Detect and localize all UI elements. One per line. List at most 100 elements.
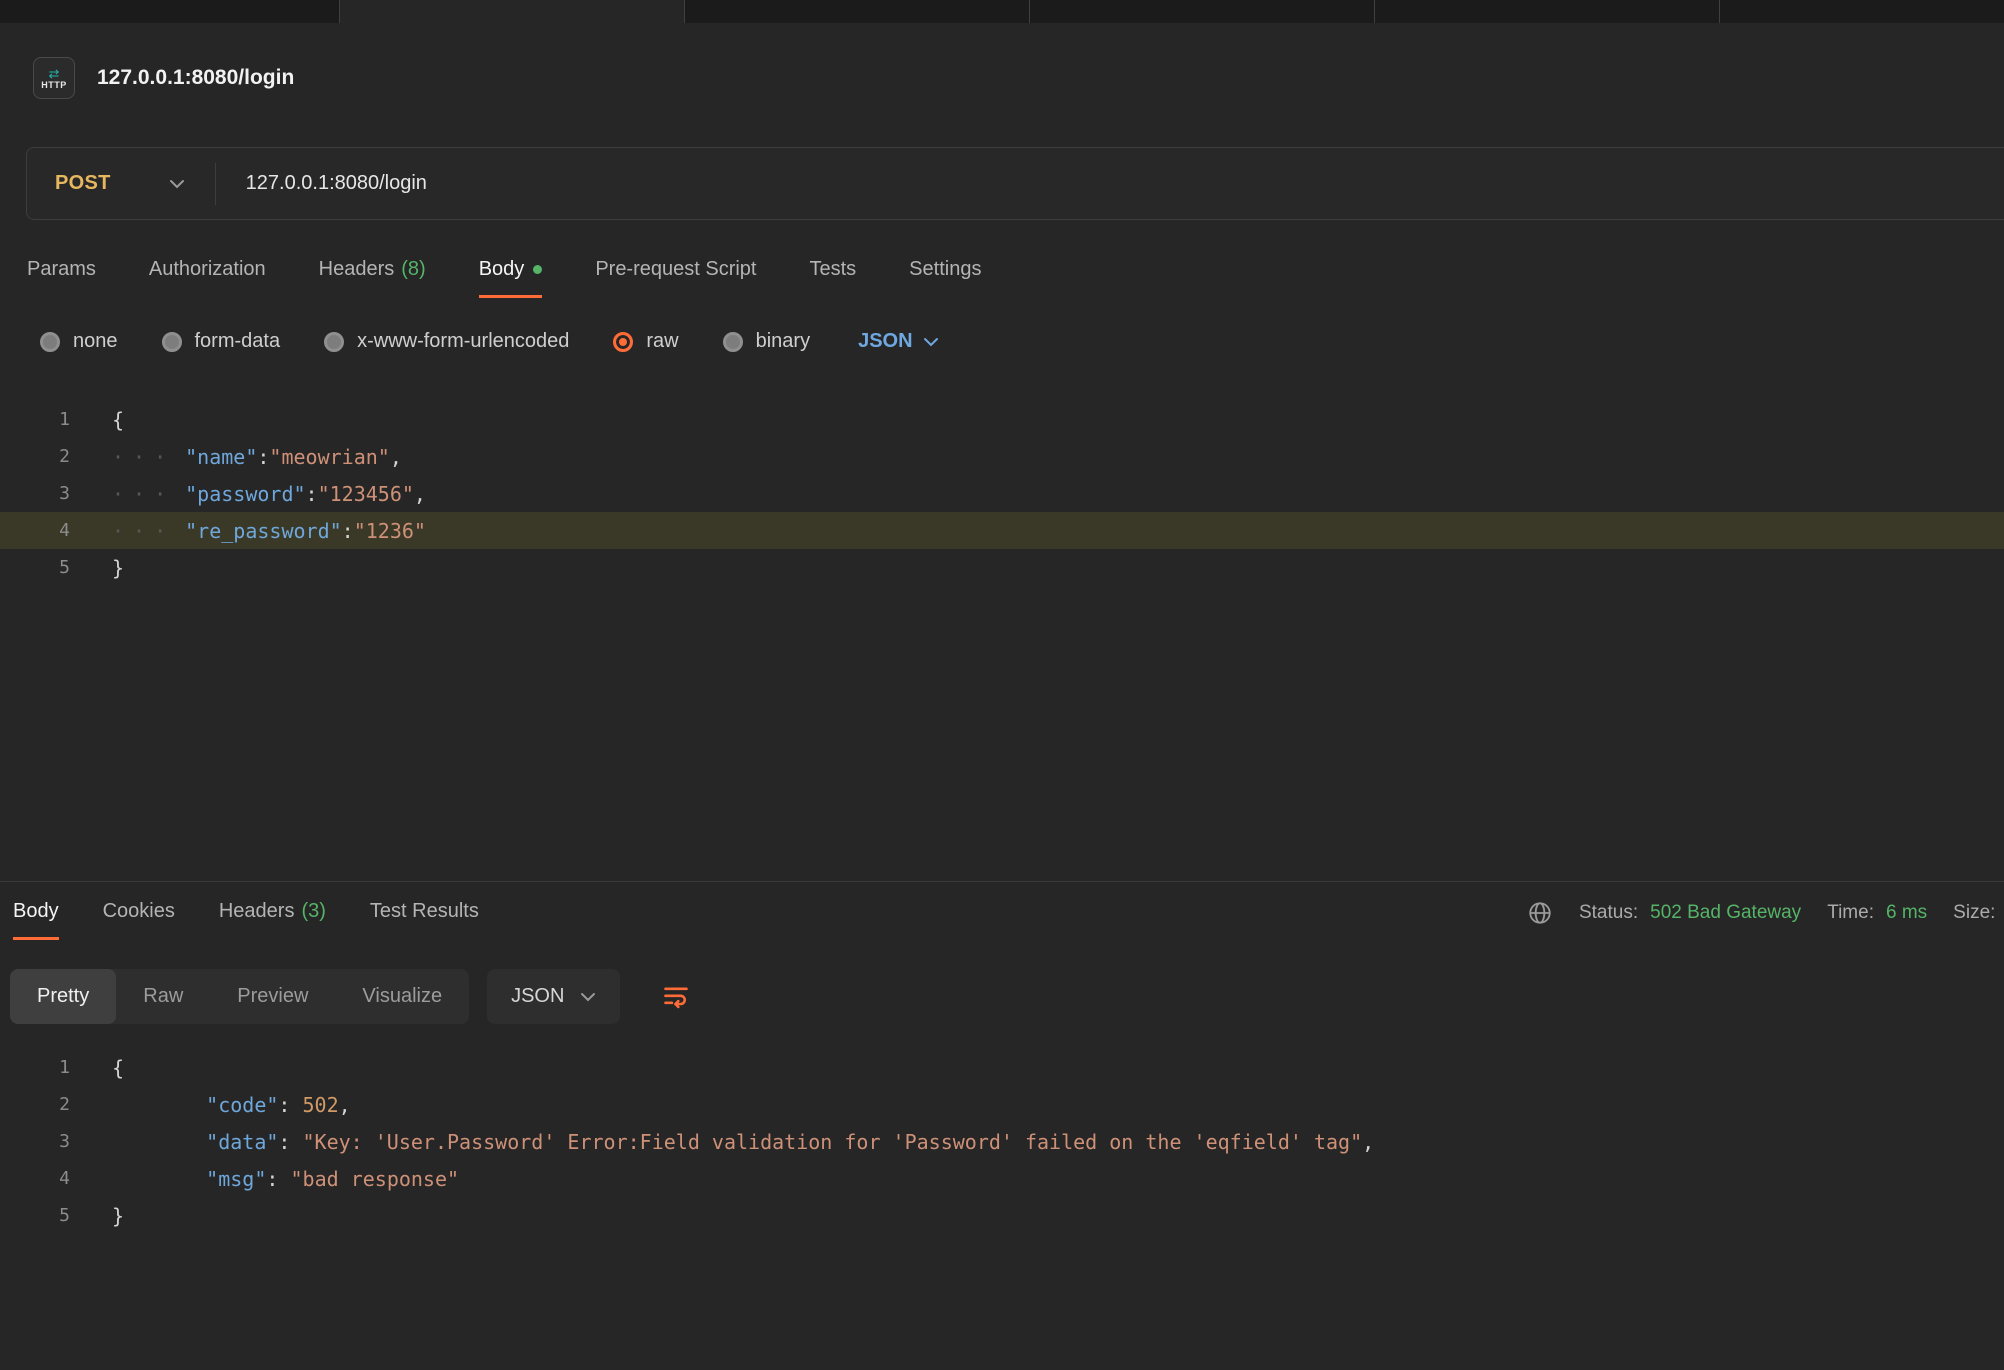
response-tab-test-results[interactable]: Test Results [370, 900, 479, 940]
tab-settings[interactable]: Settings [909, 258, 981, 298]
radio-label: x-www-form-urlencoded [357, 330, 569, 353]
chevron-down-icon [923, 330, 939, 353]
http-arrows-icon: ⇄ [49, 67, 60, 80]
request-tabs: Params Authorization Headers(8) Body Pre-req… [27, 258, 981, 298]
http-request-icon: ⇄ HTTP [33, 57, 75, 99]
tab-label: Authorization [149, 258, 266, 281]
tab-pre-request-script[interactable]: Pre-request Script [595, 258, 756, 298]
code-line-4: 4···"re_password":"1236" [0, 512, 2004, 549]
body-format-label: JSON [858, 330, 912, 353]
response-body-viewer[interactable]: 1{2 "code": 502,3 "data": "Key: 'User.Pa… [0, 1049, 2004, 1234]
url-input[interactable]: 127.0.0.1:8080/login [246, 172, 427, 195]
line-number: 5 [0, 557, 70, 578]
response-meta: Status: 502 Bad Gateway Time: 6 ms Size:… [1527, 900, 2004, 926]
code-line-2: 2···"name":"meowrian", [0, 438, 2004, 475]
line-number: 3 [0, 1131, 70, 1152]
line-content: } [70, 1204, 124, 1228]
response-tab-headers[interactable]: Headers (3) [219, 900, 326, 940]
globe-icon[interactable] [1527, 900, 1553, 926]
radio-label: form-data [195, 330, 281, 353]
radio-icon [723, 332, 743, 352]
line-number: 4 [0, 520, 70, 541]
radio-icon [162, 332, 182, 352]
code-line-1: 1{ [0, 1049, 2004, 1086]
tab-label: Settings [909, 258, 981, 281]
tab-label: Headers [219, 900, 295, 923]
response-tab-body[interactable]: Body [13, 900, 59, 940]
tab-separator [1374, 0, 1375, 23]
chevron-down-icon [169, 179, 185, 189]
body-mode-radios: none form-data x-www-form-urlencoded raw bin… [40, 330, 939, 353]
request-body-editor[interactable]: 1{2···"name":"meowrian",3···"password":"… [0, 401, 2004, 586]
tab-separator [339, 0, 340, 23]
line-number: 1 [0, 409, 70, 430]
request-header: ⇄ HTTP 127.0.0.1:8080/login [33, 57, 294, 99]
workspace-tab-active[interactable] [339, 0, 684, 23]
body-mode-none[interactable]: none [40, 330, 118, 353]
status-value: 502 Bad Gateway [1650, 902, 1801, 924]
line-content: "code": 502, [70, 1093, 351, 1117]
body-mode-form-data[interactable]: form-data [162, 330, 281, 353]
line-content: ···"name":"meowrian", [70, 445, 402, 469]
code-line-1: 1{ [0, 401, 2004, 438]
line-content: ···"password":"123456", [70, 482, 426, 506]
radio-label: raw [646, 330, 678, 353]
code-line-3: 3 "data": "Key: 'User.Password' Error:Fi… [0, 1123, 2004, 1160]
line-content: { [70, 408, 124, 432]
view-mode-pretty[interactable]: Pretty [10, 969, 116, 1024]
time-label: Time: [1827, 902, 1874, 924]
line-number: 5 [0, 1205, 70, 1226]
unsaved-dot-icon [533, 265, 542, 274]
tab-tests[interactable]: Tests [809, 258, 856, 298]
url-divider [215, 163, 216, 205]
radio-icon [613, 332, 633, 352]
tab-params[interactable]: Params [27, 258, 96, 298]
tab-label: Test Results [370, 900, 479, 923]
code-line-5: 5} [0, 549, 2004, 586]
tab-headers[interactable]: Headers(8) [319, 258, 426, 298]
status-label: Status: [1579, 902, 1638, 924]
tab-authorization[interactable]: Authorization [149, 258, 266, 298]
wrap-text-icon [662, 983, 690, 1011]
line-content: { [70, 1056, 124, 1080]
workspace-tab-strip[interactable] [0, 0, 2004, 23]
tab-label: Body [13, 900, 59, 923]
body-mode-binary[interactable]: binary [723, 330, 810, 353]
method-selector[interactable]: POST [27, 172, 185, 195]
tab-count: (3) [301, 900, 325, 923]
response-format-dropdown[interactable]: JSON [487, 969, 620, 1024]
line-content: "data": "Key: 'User.Password' Error:Fiel… [70, 1130, 1374, 1154]
code-line-3: 3···"password":"123456", [0, 475, 2004, 512]
code-line-4: 4 "msg": "bad response" [0, 1160, 2004, 1197]
tab-label: Cookies [103, 900, 175, 923]
method-label: POST [55, 172, 111, 195]
line-content: } [70, 556, 124, 580]
view-mode-visualize[interactable]: Visualize [335, 969, 469, 1024]
response-view-row: PrettyRawPreviewVisualize JSON [10, 969, 702, 1024]
response-format-label: JSON [511, 985, 564, 1008]
wrap-text-button[interactable] [650, 971, 702, 1023]
line-content: "msg": "bad response" [70, 1167, 459, 1191]
tab-separator [1029, 0, 1030, 23]
tab-label: Params [27, 258, 96, 281]
response-tab-cookies[interactable]: Cookies [103, 900, 175, 940]
tab-label: Headers [319, 258, 395, 281]
tab-separator [1719, 0, 1720, 23]
time-value: 6 ms [1886, 902, 1927, 924]
body-mode-x-www-form-urlencoded[interactable]: x-www-form-urlencoded [324, 330, 569, 353]
view-mode-raw[interactable]: Raw [116, 969, 210, 1024]
body-format-dropdown[interactable]: JSON [858, 330, 938, 353]
view-mode-preview[interactable]: Preview [210, 969, 335, 1024]
response-tabs: Body Cookies Headers (3) Test Results [13, 900, 479, 940]
tab-body[interactable]: Body [479, 258, 543, 298]
line-number: 2 [0, 446, 70, 467]
line-number: 3 [0, 483, 70, 504]
code-line-5: 5} [0, 1197, 2004, 1234]
tab-label: Tests [809, 258, 856, 281]
request-title: 127.0.0.1:8080/login [97, 66, 294, 90]
body-mode-raw[interactable]: raw [613, 330, 678, 353]
radio-label: binary [756, 330, 810, 353]
code-line-2: 2 "code": 502, [0, 1086, 2004, 1123]
size-label: Size: [1953, 902, 1995, 924]
radio-icon [324, 332, 344, 352]
